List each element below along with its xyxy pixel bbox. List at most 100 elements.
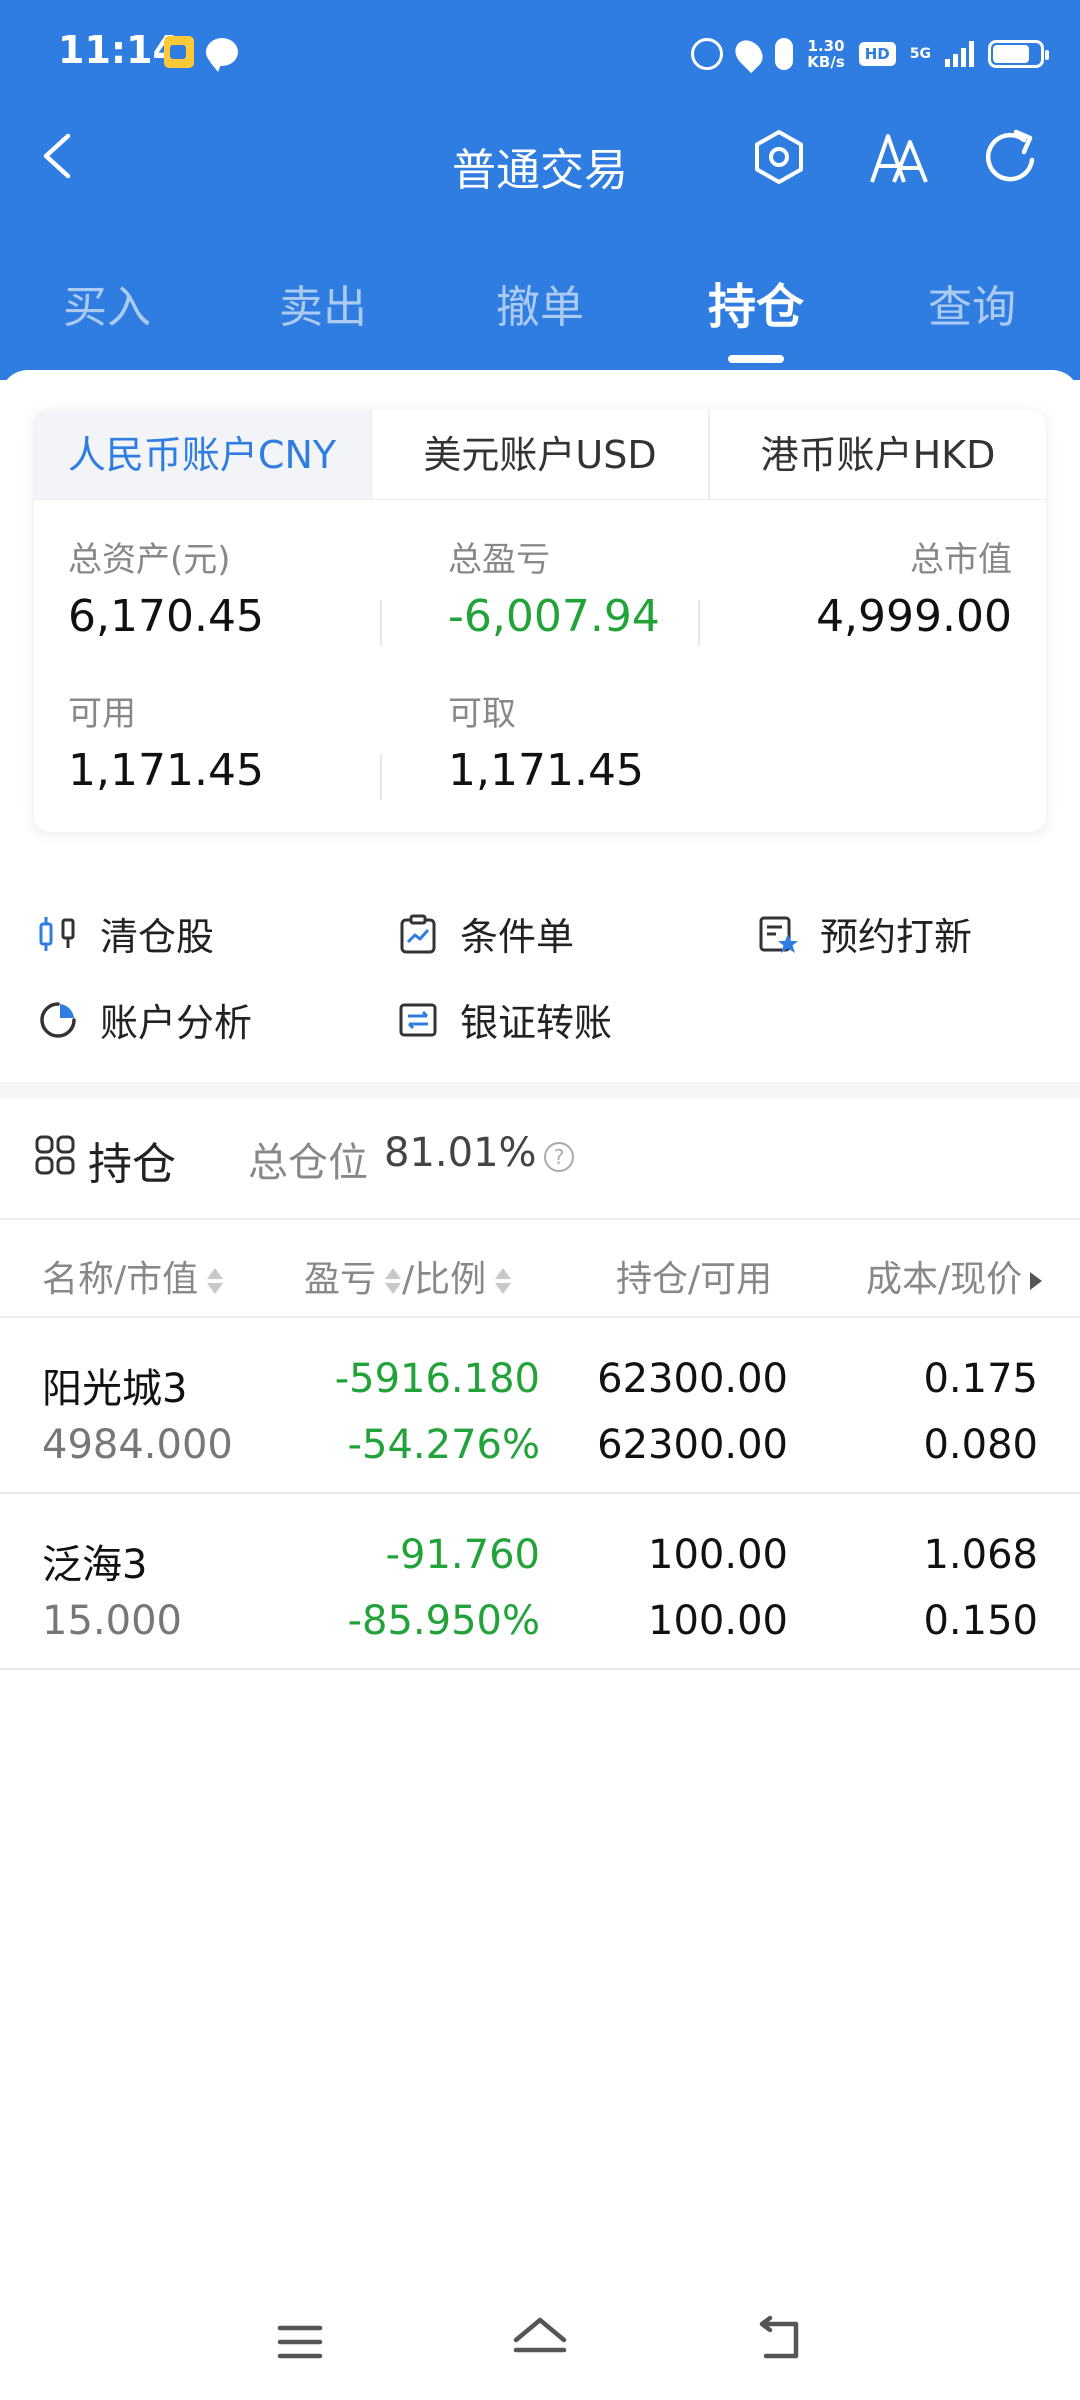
app-header: 11:14 1.30 KB/s HD 5G 普通交易 买入 卖出 撤单 持仓 查… [0,0,1080,380]
stock-pnl-ratio: -85.950% [347,1598,540,1644]
network-speed-value: 1.30 [807,37,845,55]
stock-cost: 1.068 [923,1532,1038,1578]
stock-market-value: 15.000 [42,1598,182,1644]
stock-price: 0.150 [923,1598,1038,1644]
quick-action-label: 条件单 [460,915,575,959]
total-pnl: 总盈亏 -6,007.94 [448,532,660,642]
microphone-icon [775,38,794,70]
column-label: 成本/现价 [866,1259,1023,1300]
column-label: 盈亏 [304,1259,377,1300]
table-row[interactable]: 泛海3 15.000 -91.760 -85.950% 100.00 100.0… [0,1494,1080,1670]
network-speed-unit: KB/s [807,53,845,71]
help-icon[interactable]: ? [544,1142,574,1172]
stock-price: 0.080 [923,1422,1038,1468]
notification-app-icon [164,36,194,68]
tab-hkd-account[interactable]: 港币账户HKD [708,410,1046,499]
column-holding-available[interactable]: 持仓/可用 [616,1250,772,1302]
holdings-column-header: 名称/市值 盈亏/比例 持仓/可用 成本/现价 [0,1218,1080,1318]
account-analysis-button[interactable]: 账户分析 [38,992,252,1047]
position-ratio-label: 总仓位 [248,1140,368,1186]
total-assets: 总资产(元) 6,170.45 [68,532,264,642]
status-time: 11:14 [58,28,179,72]
5g-signal-label: 5G [909,46,931,62]
clear-position-stocks-button[interactable]: 清仓股 [38,906,214,961]
sort-icon [494,1265,512,1297]
currency-account-tabs: 人民币账户CNY 美元账户USD 港币账户HKD [34,410,1046,500]
tab-query[interactable]: 查询 [892,271,1052,335]
refresh-icon[interactable] [978,126,1044,190]
stock-holding: 62300.00 [597,1356,788,1402]
stock-name: 阳光城3 [42,1366,188,1412]
total-pnl-value: -6,007.94 [448,591,660,642]
system-navigation-bar [0,2290,1080,2400]
candlestick-icon [39,916,75,951]
available-label: 可用 [68,694,136,734]
calendar-star-icon [759,916,798,953]
title-bar: 普通交易 [0,110,1080,210]
trade-tabs: 买入 卖出 撤单 持仓 查询 [0,255,1080,365]
location-icon [730,34,769,74]
market-value-value: 4,999.00 [816,591,1012,642]
tab-cancel-order[interactable]: 撤单 [460,271,620,335]
stock-pnl: -91.760 [385,1532,540,1578]
divider [380,600,382,646]
battery-icon [988,40,1049,68]
column-label: /比例 [402,1259,487,1300]
hexagon-settings-icon[interactable] [750,128,808,186]
tab-holdings[interactable]: 持仓 [676,267,836,337]
account-summary-card: 人民币账户CNY 美元账户USD 港币账户HKD 总资产(元) 6,170.45… [34,410,1046,832]
total-assets-value: 6,170.45 [68,591,264,642]
quick-action-label: 预约打新 [820,915,973,959]
market-value-label: 总市值 [910,540,1012,580]
withdrawable-value: 1,171.45 [448,745,644,796]
status-icons: 1.30 KB/s HD 5G [691,30,1049,78]
bank-securities-transfer-button[interactable]: 银证转账 [398,992,612,1047]
clipboard-chart-icon [400,914,436,953]
quick-actions: 清仓股 条件单 预约打新 账户分析 银证转账 [0,890,1080,1060]
quick-action-label: 银证转账 [460,1001,613,1045]
menu-icon[interactable] [276,2322,324,2362]
status-bar: 11:14 1.30 KB/s HD 5G [0,0,1080,100]
column-pnl-ratio[interactable]: 盈亏/比例 [304,1250,512,1302]
home-icon[interactable] [510,2314,570,2368]
section-divider [0,1082,1080,1098]
stock-market-value: 4984.000 [42,1422,233,1468]
withdrawable-label: 可取 [448,694,516,734]
divider [698,600,700,646]
column-name-market-value[interactable]: 名称/市值 [42,1250,224,1302]
stock-available: 62300.00 [597,1422,788,1468]
network-speed: 1.30 KB/s [807,38,844,70]
sort-icon [384,1265,402,1297]
stock-cost: 0.175 [923,1356,1038,1402]
signal-bars-icon [945,41,974,67]
active-tab-indicator [728,355,784,363]
withdrawable-funds: 可取 1,171.45 [448,686,644,796]
stock-available: 100.00 [648,1598,788,1644]
conditional-order-button[interactable]: 条件单 [398,906,574,961]
holdings-title: 持仓 [88,1139,176,1190]
divider [380,754,382,800]
column-label: 持仓/可用 [616,1259,773,1300]
transfer-icon [399,1003,437,1036]
holdings-list: 阳光城3 4984.000 -5916.180 -54.276% 62300.0… [0,1318,1080,1670]
tab-sell[interactable]: 卖出 [243,271,403,335]
stock-name: 泛海3 [42,1542,148,1588]
tab-buy[interactable]: 买入 [27,271,187,335]
table-row[interactable]: 阳光城3 4984.000 -5916.180 -54.276% 62300.0… [0,1318,1080,1494]
holdings-header: 持仓 总仓位 81.01% ? [0,1098,1080,1218]
total-pnl-label: 总盈亏 [448,540,550,580]
column-label: 名称/市值 [42,1259,199,1300]
column-cost-price[interactable]: 成本/现价 [866,1250,1043,1302]
font-size-icon[interactable] [868,128,930,188]
quick-action-label: 清仓股 [100,915,215,959]
sort-icon [206,1265,224,1297]
back-nav-icon[interactable] [756,2314,806,2364]
content-sheet: 人民币账户CNY 美元账户USD 港币账户HKD 总资产(元) 6,170.45… [0,370,1080,2400]
quick-action-label: 账户分析 [100,1001,253,1045]
tab-usd-account[interactable]: 美元账户USD [370,410,708,499]
available-funds: 可用 1,171.45 [68,686,264,796]
tab-cny-account[interactable]: 人民币账户CNY [34,410,370,499]
ipo-subscription-button[interactable]: 预约打新 [758,906,972,961]
pie-chart-icon [40,1001,76,1038]
scroll-right-icon [1030,1272,1043,1290]
